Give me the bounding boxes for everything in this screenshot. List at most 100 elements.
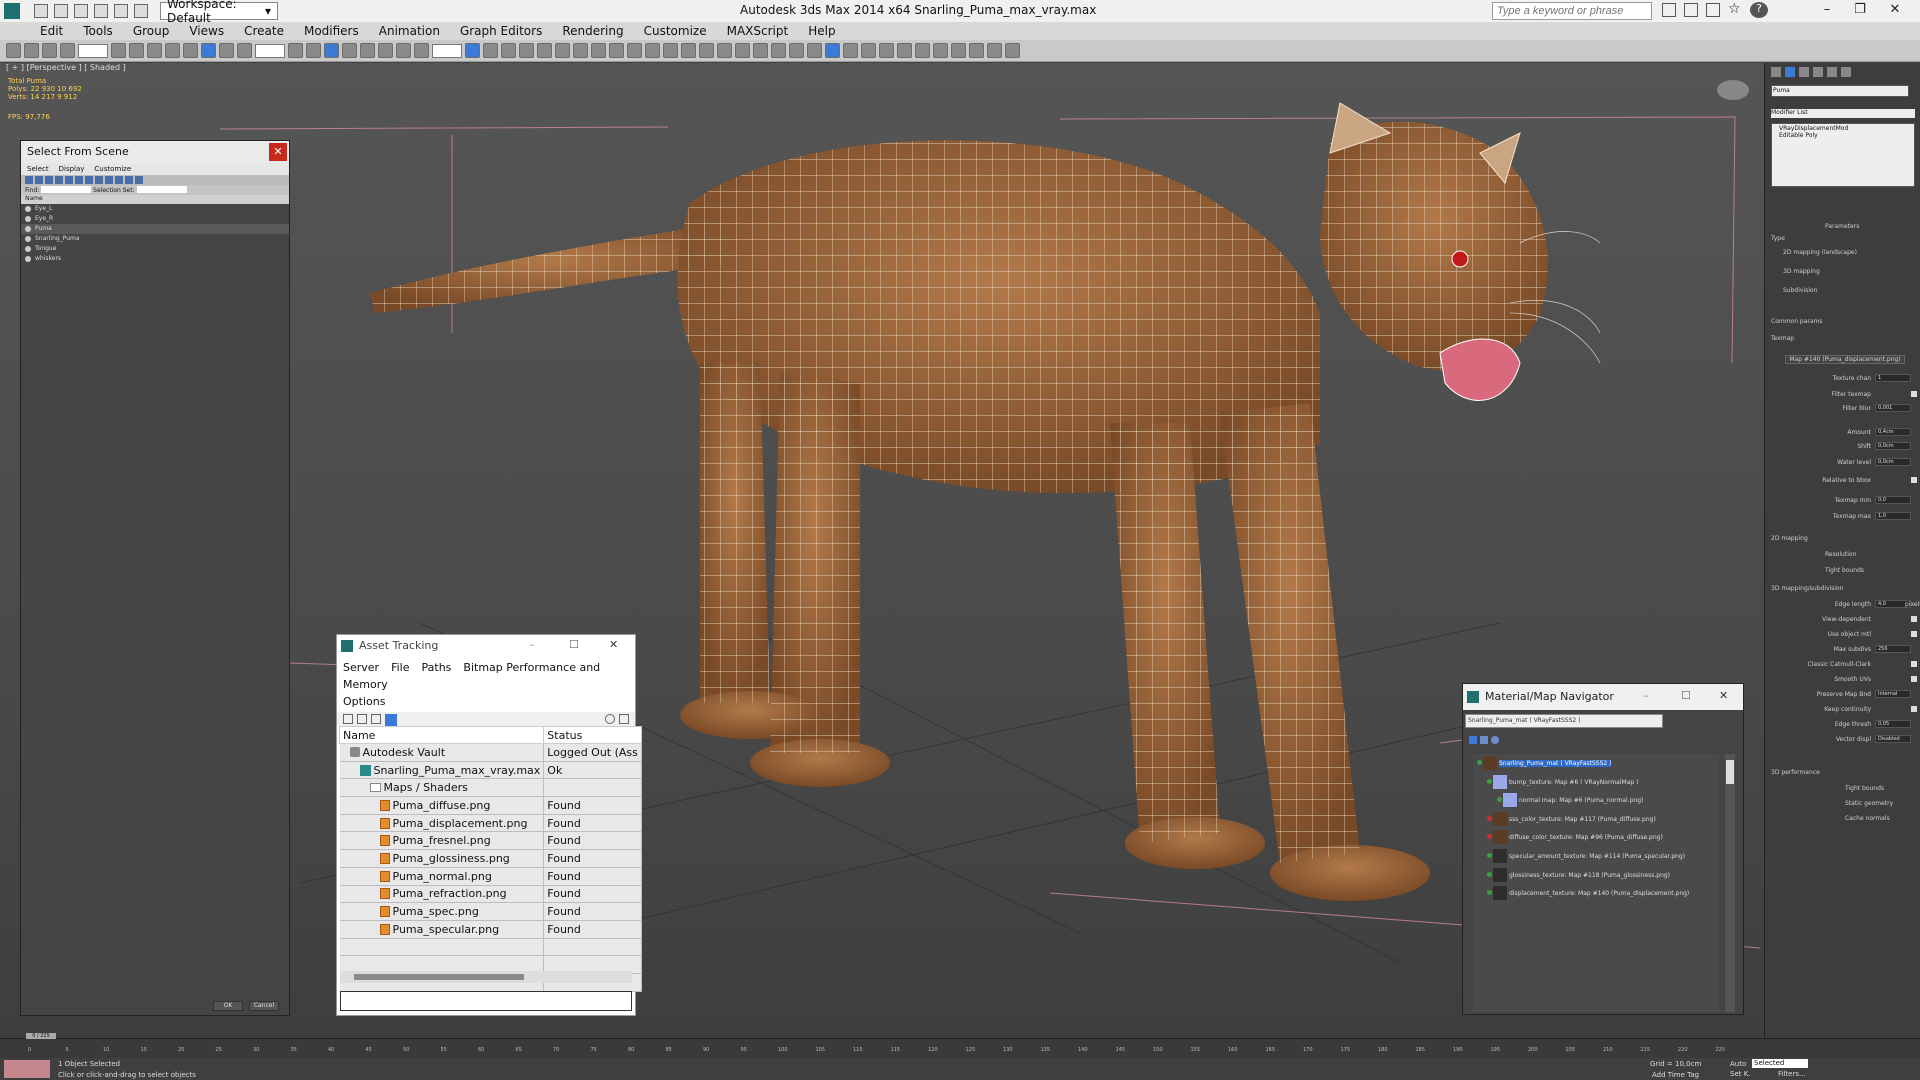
add-time-tag[interactable]: Add Time Tag xyxy=(1652,1071,1699,1079)
curve-editor-icon[interactable] xyxy=(537,43,552,58)
find-input[interactable] xyxy=(41,186,92,193)
param-checkbox[interactable] xyxy=(1911,661,1917,667)
param-checkbox[interactable] xyxy=(1911,616,1917,622)
keyboard-shortcut-icon[interactable] xyxy=(324,43,339,58)
key-filters-button[interactable]: Filters... xyxy=(1778,1070,1806,1078)
view-large-icons-icon[interactable] xyxy=(1491,736,1499,744)
vray-light-icon[interactable] xyxy=(681,43,696,58)
param-spinner[interactable]: 256 xyxy=(1875,645,1911,653)
path-field[interactable] xyxy=(340,991,632,1011)
asset-name-cell[interactable]: Snarling_Puma_max_vray.max xyxy=(339,761,545,780)
table-row[interactable]: Puma_normal.png Found xyxy=(339,867,642,886)
table-row[interactable]: Puma_fresnel.png Found xyxy=(339,831,642,851)
clone-align-icon[interactable] xyxy=(987,43,1002,58)
pivot-center-icon[interactable] xyxy=(288,43,303,58)
table-icon[interactable] xyxy=(371,714,381,724)
select-by-name-icon[interactable] xyxy=(129,43,144,58)
close-button[interactable]: ✕ xyxy=(1719,689,1728,702)
param-spinner[interactable]: 0,0cm xyxy=(1875,442,1911,450)
window-crossing-icon[interactable] xyxy=(165,43,180,58)
filter-warps-icon[interactable] xyxy=(75,176,83,184)
asset-name-cell[interactable]: Puma_displacement.png xyxy=(339,814,545,833)
menu-customize[interactable]: Customize xyxy=(94,165,131,173)
mirror-icon[interactable] xyxy=(465,43,480,58)
extra-tool-icon[interactable] xyxy=(1005,43,1020,58)
selection-filter-icon[interactable] xyxy=(60,43,75,58)
vray-fur-icon[interactable] xyxy=(735,43,750,58)
asset-name-cell[interactable]: Autodesk Vault xyxy=(339,743,545,762)
filter-cameras-icon[interactable] xyxy=(55,176,63,184)
asset-name-cell[interactable]: Maps / Shaders xyxy=(339,778,545,798)
param-checkbox[interactable] xyxy=(1911,631,1917,637)
perf-checkbox-label[interactable]: Cache normals xyxy=(1845,815,1890,822)
list-item[interactable]: whiskers xyxy=(21,254,289,264)
menu-display[interactable]: Display xyxy=(59,165,85,173)
menu-animation[interactable]: Animation xyxy=(369,24,450,38)
vray-camera-icon[interactable] xyxy=(807,43,822,58)
param-spinner[interactable]: 0,4cm xyxy=(1875,428,1911,436)
param-spinner[interactable]: 0,05 xyxy=(1875,720,1911,728)
table-row[interactable]: Puma_specular.png Found xyxy=(339,920,642,939)
mapping2d-rollout[interactable]: 2D mapping xyxy=(1771,535,1808,542)
performance-rollout[interactable]: 3D performance xyxy=(1771,769,1820,776)
list-item[interactable]: Eye_R xyxy=(21,214,289,224)
set-key-button[interactable]: Set K. xyxy=(1730,1070,1751,1078)
menu-file[interactable]: File xyxy=(391,661,409,674)
spinner-snap-icon[interactable] xyxy=(396,43,411,58)
close-window-button[interactable]: ✕ xyxy=(1880,2,1910,20)
list-item[interactable]: Eye_L xyxy=(21,204,289,214)
select-rotate-icon[interactable] xyxy=(201,43,216,58)
filter-bones-icon[interactable] xyxy=(105,176,113,184)
asset-name-cell[interactable]: Puma_fresnel.png xyxy=(339,831,545,851)
rectangular-selection-icon[interactable] xyxy=(147,43,162,58)
help-icon[interactable] xyxy=(605,714,615,724)
table-row[interactable]: Puma_refraction.png Found xyxy=(339,885,642,904)
list-item[interactable]: Snarling_Puma xyxy=(21,234,289,244)
menu-views[interactable]: Views xyxy=(179,24,234,38)
tree-item[interactable]: glossiness_texture: Map #118 (Puma_gloss… xyxy=(1473,866,1719,885)
menu-help[interactable]: Help xyxy=(798,24,845,38)
filter-shapes-icon[interactable] xyxy=(35,176,43,184)
menu-tools[interactable]: Tools xyxy=(73,24,123,38)
toolbar-dropdown[interactable] xyxy=(432,43,462,58)
list-item[interactable]: Puma xyxy=(21,224,289,234)
param-checkbox[interactable] xyxy=(1911,391,1917,397)
unlink-icon[interactable] xyxy=(24,43,39,58)
ok-button[interactable]: OK xyxy=(213,1001,243,1011)
vray-plane-icon[interactable] xyxy=(753,43,768,58)
list-item[interactable]: Tongue xyxy=(21,244,289,254)
type-radio[interactable]: 2D mapping (landscape) xyxy=(1783,249,1857,256)
menu-edit[interactable]: Edit xyxy=(30,24,73,38)
menu-create[interactable]: Create xyxy=(234,24,294,38)
asset-name-cell[interactable]: Puma_specular.png xyxy=(339,920,545,939)
close-button[interactable]: ✕ xyxy=(269,143,287,161)
param-checkbox[interactable] xyxy=(1911,477,1917,483)
table-row[interactable]: Puma_glossiness.png Found xyxy=(339,849,642,868)
vray-toolbar-icon[interactable] xyxy=(645,43,660,58)
toolbar-dropdown[interactable] xyxy=(255,43,285,58)
table-row[interactable]: Puma_spec.png Found xyxy=(339,902,642,921)
vray-sphere-icon[interactable] xyxy=(699,43,714,58)
column-header-name[interactable]: Name xyxy=(338,726,545,744)
bind-space-warp-icon[interactable] xyxy=(42,43,57,58)
toolbar-dropdown[interactable] xyxy=(78,43,108,58)
perf-checkbox-label[interactable]: Tight bounds xyxy=(1845,785,1884,792)
param-spinner[interactable]: 0,0cm xyxy=(1875,458,1911,466)
rendered-frame-icon[interactable] xyxy=(609,43,624,58)
table-row[interactable]: Puma_diffuse.png Found xyxy=(339,796,642,815)
cancel-button[interactable]: Cancel xyxy=(249,1001,279,1011)
light-lister-icon[interactable] xyxy=(843,43,858,58)
mapping3d-rollout[interactable]: 3D mapping/subdivision xyxy=(1771,585,1843,592)
param-spinner[interactable]: Disabled xyxy=(1875,735,1911,743)
asset-name-cell[interactable]: Puma_spec.png xyxy=(339,902,545,921)
tree-item[interactable]: specular_amount_texture: Map #114 (Puma_… xyxy=(1473,847,1719,866)
filter-lights-icon[interactable] xyxy=(45,176,53,184)
graphite-ribbon-icon[interactable] xyxy=(519,43,534,58)
asset-name-cell[interactable]: Puma_refraction.png xyxy=(339,885,545,904)
snapshot-icon[interactable] xyxy=(933,43,948,58)
menu-group[interactable]: Group xyxy=(123,24,180,38)
new-file-icon[interactable] xyxy=(34,4,48,18)
param-checkbox[interactable] xyxy=(1911,706,1917,712)
tree-item[interactable]: displacement_texture: Map #140 (Puma_dis… xyxy=(1473,884,1719,903)
undo-icon[interactable] xyxy=(94,4,108,18)
